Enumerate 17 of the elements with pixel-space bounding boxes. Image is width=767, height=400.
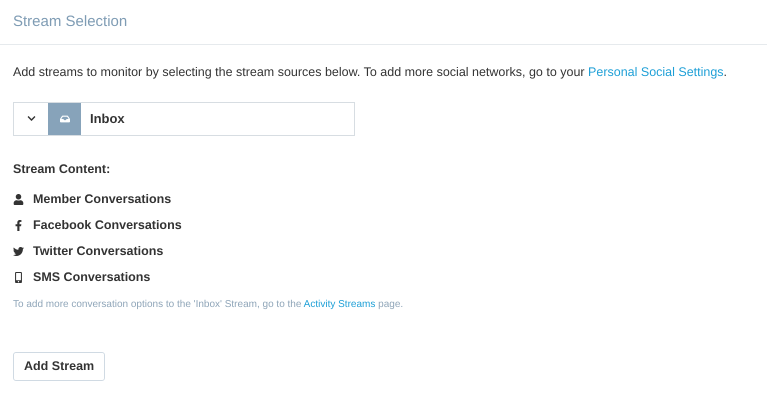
content-heading: Stream Content: <box>13 160 112 178</box>
person-icon <box>13 194 24 204</box>
add-stream-button[interactable]: Add Stream <box>13 352 106 380</box>
caret-icon <box>26 114 36 124</box>
phone-icon <box>13 272 24 282</box>
bird-icon <box>13 246 24 256</box>
dropdown-value: Inbox <box>90 110 125 128</box>
content-item: SMS Conversations <box>33 268 150 286</box>
content-item: Facebook Conversations <box>33 216 182 234</box>
note-text: To add more conversation options to the 'Inbox' Stream, go to the Activity Streams page. <box>13 298 404 312</box>
intro-text: Add streams to monitor by selecting the stream sources below. To add more social networks, go to your Personal Social Settings. <box>13 64 728 81</box>
content-item: Member Conversations <box>33 190 172 208</box>
stream-dropdown[interactable]: Inbox <box>13 102 355 136</box>
tray-icon <box>60 114 70 124</box>
facebook-icon <box>13 220 24 230</box>
section-title: Stream Selection <box>13 12 128 32</box>
content-item: Twitter Conversations <box>33 242 164 260</box>
